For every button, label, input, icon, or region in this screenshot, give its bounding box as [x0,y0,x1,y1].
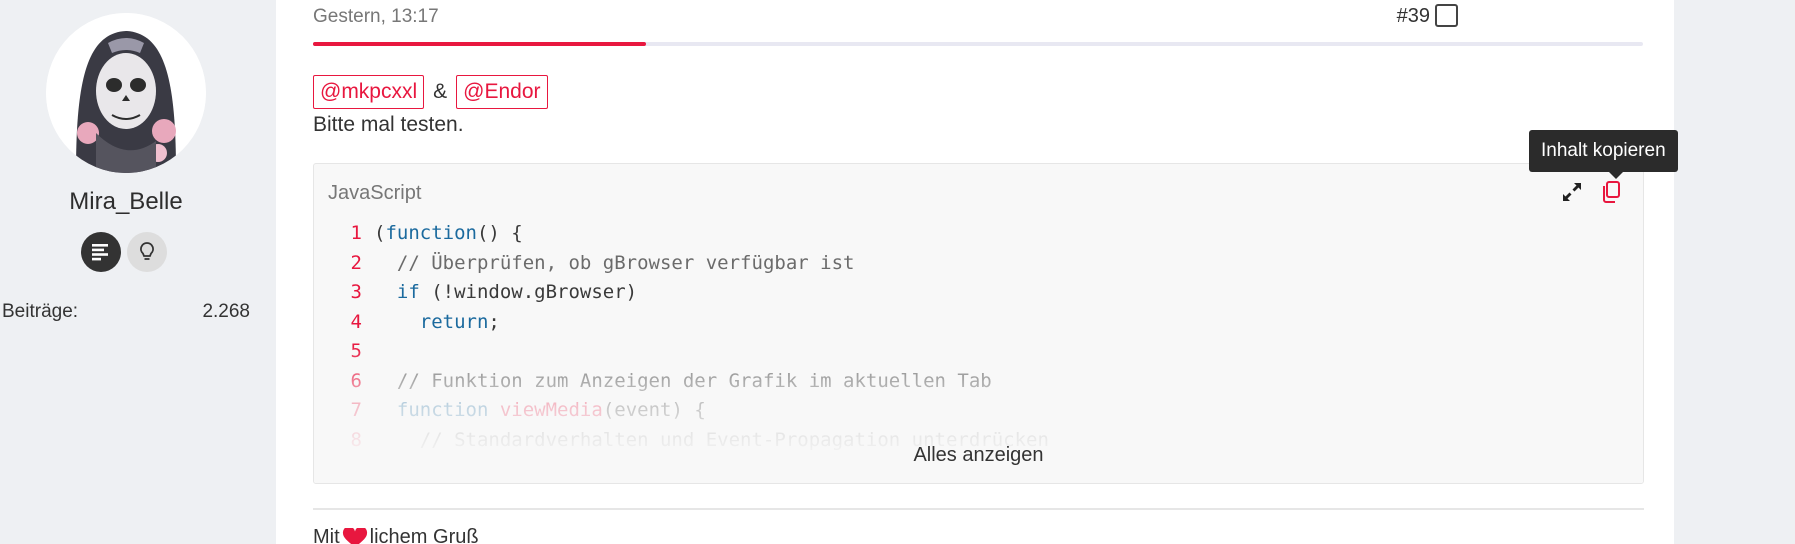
code-line: 1 (function() { [314,219,1643,249]
mention-link[interactable]: @Endor [456,75,548,109]
show-all-button[interactable]: Alles anzeigen [314,444,1643,467]
line-number: 2 [350,251,362,274]
line-source: (function() { [374,222,523,244]
heart-icon [342,527,367,544]
read-progress-bar [313,42,1643,46]
signature-text-before: Mit [313,526,340,544]
copy-tooltip: Inhalt kopieren [1529,130,1678,179]
line-source: if (!window.gBrowser) [396,281,638,303]
signature: Mit lichem Gruß [313,526,479,544]
line-source: // Überprüfen, ob gBrowser verfügbar ist [396,251,855,274]
avatar-image [46,13,206,173]
posts-count-label: Beiträge: [2,301,79,322]
line-number: 3 [350,281,362,303]
copy-icon[interactable] [1597,178,1625,206]
user-sidebar: Mira_Belle Beiträge: 2.268 [0,0,276,544]
line-source: return; [419,310,500,333]
mentions: @mkpcxxl & @Endor [313,75,548,109]
message-post: Gestern, 13:17 #39 @mkpcxxl & @Endor Bit… [276,0,1674,544]
code-language-label: JavaScript [328,182,422,204]
expand-icon[interactable] [1558,178,1586,206]
user-badges [81,232,167,272]
lightbulb-icon[interactable] [127,232,167,272]
code-line: 2 // Überprüfen, ob gBrowser verfügbar i… [314,249,1643,279]
post-select-checkbox[interactable] [1435,4,1458,27]
code-line: 4 return; [314,308,1643,338]
message-text: Bitte mal testen. [313,113,464,136]
posts-icon[interactable] [81,232,121,272]
line-number: 1 [350,222,362,244]
post-number[interactable]: #39 [1397,5,1430,28]
post-timestamp[interactable]: Gestern, 13:17 [313,6,439,28]
code-block: JavaScript 1 (function() { 2 // Überprüfen… [313,163,1644,484]
posts-count-value[interactable]: 2.268 [180,301,250,323]
line-number: 4 [350,310,362,333]
code-line: 3 if (!window.gBrowser) [314,278,1643,308]
avatar[interactable] [46,13,206,173]
right-gutter [1674,0,1795,544]
signature-text-after: lichem Gruß [369,526,479,544]
mention-link[interactable]: @mkpcxxl [313,75,425,109]
mention-separator: & [433,80,448,103]
username[interactable]: Mira_Belle [0,188,252,216]
signature-divider [313,508,1644,510]
read-progress-fill [313,42,646,46]
